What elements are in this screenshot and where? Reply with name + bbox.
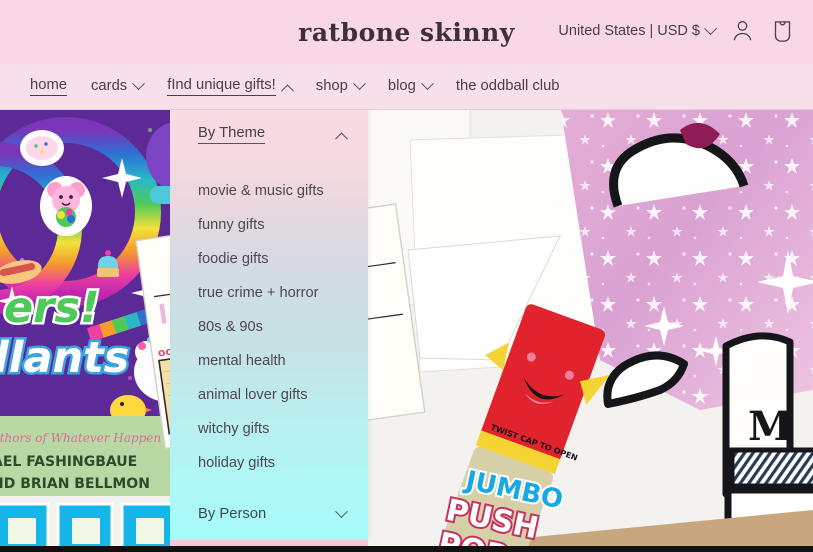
page-root: ers! llants uthors of Whatever Happen AE… xyxy=(0,0,813,552)
dropdown-theme-list: movie & music gifts funny gifts foodie g… xyxy=(170,158,368,488)
hero-book-credit-2: AEL FASHINGBAUE xyxy=(0,454,137,470)
nav-item-the-oddball-club[interactable]: the oddball club xyxy=(456,78,560,96)
hero-book-credit-1: uthors of Whatever Happen xyxy=(0,431,161,445)
nav-item-shop[interactable]: shop xyxy=(315,77,366,96)
viewport-bottom-edge xyxy=(0,546,813,552)
nav-item-cards[interactable]: cards xyxy=(91,77,146,96)
hero-book-title-1: ers! xyxy=(4,283,100,333)
nav-item-shop-label: shop xyxy=(315,77,348,94)
nav-item-home-label: home xyxy=(30,77,68,96)
nav-item-the-oddball-club-label: the oddball club xyxy=(455,77,560,94)
locale-currency-label: United States | USD $ xyxy=(558,23,700,39)
dropdown-item-animal-lover-gifts[interactable]: animal lover gifts xyxy=(170,378,368,412)
header-actions: United States | USD $ xyxy=(558,18,795,44)
chevron-up-icon[interactable] xyxy=(335,131,348,145)
nav-item-find-unique-gifts-label: fInd unique gifts! xyxy=(167,77,276,96)
shopping-bag-icon xyxy=(774,20,790,42)
account-button[interactable] xyxy=(729,18,755,44)
chevron-down-icon xyxy=(421,77,434,91)
nav-item-find-unique-gifts[interactable]: fInd unique gifts! xyxy=(167,77,294,98)
dropdown-item-true-crime-horror[interactable]: true crime + horror xyxy=(170,276,368,310)
nav-item-blog[interactable]: blog xyxy=(387,77,434,96)
cart-button[interactable] xyxy=(769,18,795,44)
dropdown-item-holiday-gifts[interactable]: holiday gifts xyxy=(170,446,368,480)
locale-currency-selector[interactable]: United States | USD $ xyxy=(558,21,717,39)
chevron-up-icon xyxy=(280,84,294,98)
nav-item-cards-label: cards xyxy=(91,77,128,94)
main-navigation: home cards fInd unique gifts! shop blog … xyxy=(0,64,813,110)
dropdown-item-80s-90s[interactable]: 80s & 90s xyxy=(170,310,368,344)
dropdown-group-by-theme-label: By Theme xyxy=(198,125,266,144)
nav-item-home[interactable]: home xyxy=(30,77,68,96)
hero-book-credit-3: ND BRIAN BELLMON xyxy=(0,476,150,492)
hero-book-title-2: llants xyxy=(0,333,129,383)
dropdown-group-by-theme[interactable]: By Theme xyxy=(170,110,368,158)
dropdown-item-funny-gifts[interactable]: funny gifts xyxy=(170,208,368,242)
nav-item-blog-label: blog xyxy=(387,77,416,94)
hero-banner-image[interactable]: ers! llants uthors of Whatever Happen AE… xyxy=(0,110,813,552)
account-person-icon xyxy=(733,21,751,41)
dropdown-item-witchy-gifts[interactable]: witchy gifts xyxy=(170,412,368,446)
find-unique-gifts-dropdown[interactable]: By Theme movie & music gifts funny gifts… xyxy=(170,110,368,540)
chevron-down-icon xyxy=(132,77,146,91)
dropdown-item-foodie-gifts[interactable]: foodie gifts xyxy=(170,242,368,276)
chevron-down-icon[interactable] xyxy=(335,504,348,518)
chevron-down-icon xyxy=(353,77,366,91)
hero-illustration: ers! llants uthors of Whatever Happen AE… xyxy=(0,110,813,552)
dropdown-group-by-person-label: By Person xyxy=(198,506,267,522)
dropdown-item-movie-music-gifts[interactable]: movie & music gifts xyxy=(170,174,368,208)
dropdown-item-mental-health[interactable]: mental health xyxy=(170,344,368,378)
chevron-down-icon xyxy=(704,21,717,35)
site-header: ratbone skinny United States | USD $ xyxy=(0,0,813,64)
dropdown-group-by-person[interactable]: By Person xyxy=(170,488,368,540)
hero-sign-letter-1: M xyxy=(748,403,792,450)
